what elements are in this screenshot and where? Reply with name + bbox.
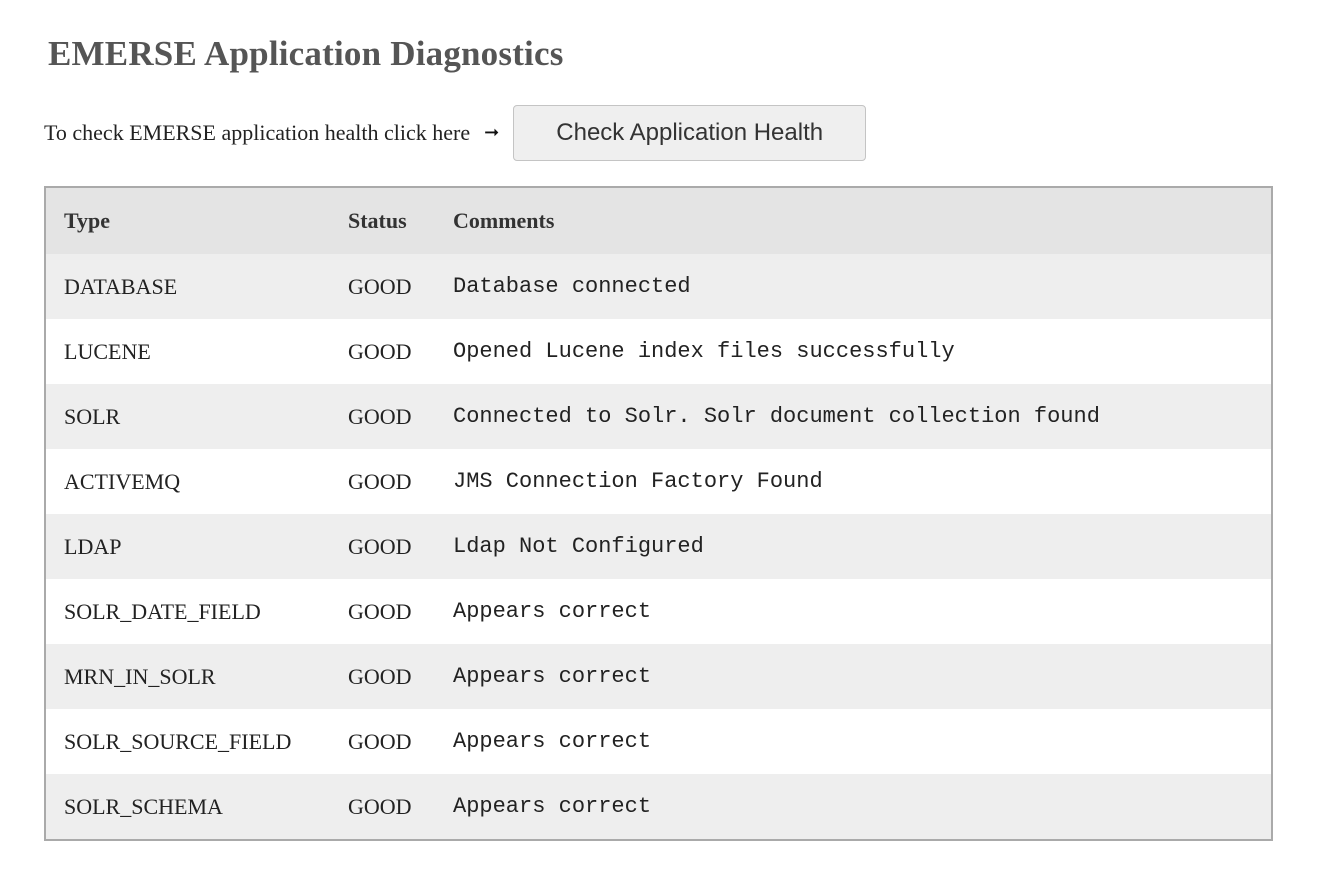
type-cell: SOLR_SOURCE_FIELD	[64, 728, 292, 754]
comment-cell: Opened Lucene index files successfully	[453, 339, 955, 364]
health-check-prompt: To check EMERSE application health click…	[44, 120, 471, 145]
comment-cell: Connected to Solr. Solr document collect…	[453, 404, 1100, 429]
table-row: SOLR_SOURCE_FIELD GOOD Appears correct	[46, 709, 1271, 774]
status-cell: GOOD	[348, 663, 412, 689]
type-cell: MRN_IN_SOLR	[64, 663, 216, 689]
comment-cell: Appears correct	[453, 664, 652, 689]
right-arrow-icon: ➞	[484, 122, 500, 143]
check-application-health-button[interactable]: Check Application Health	[513, 105, 867, 161]
table-row: MRN_IN_SOLR GOOD Appears correct	[46, 644, 1271, 709]
status-cell: GOOD	[348, 598, 412, 624]
status-cell: GOOD	[348, 728, 412, 754]
type-cell: SOLR_DATE_FIELD	[64, 598, 261, 624]
column-header-comments: Comments	[453, 208, 555, 233]
status-cell: GOOD	[348, 403, 412, 429]
comment-cell: Database connected	[453, 274, 691, 299]
table-row: DATABASE GOOD Database connected	[46, 254, 1271, 319]
table-row: LDAP GOOD Ldap Not Configured	[46, 514, 1271, 579]
type-cell: LUCENE	[64, 338, 151, 364]
type-cell: SOLR_SCHEMA	[64, 793, 223, 819]
comment-cell: JMS Connection Factory Found	[453, 469, 823, 494]
table-row: ACTIVEMQ GOOD JMS Connection Factory Fou…	[46, 449, 1271, 514]
page-title: EMERSE Application Diagnostics	[48, 34, 564, 73]
status-cell: GOOD	[348, 338, 412, 364]
table-row: LUCENE GOOD Opened Lucene index files su…	[46, 319, 1271, 384]
comment-cell: Ldap Not Configured	[453, 534, 704, 559]
column-header-status: Status	[348, 208, 407, 233]
table-row: SOLR_SCHEMA GOOD Appears correct	[46, 774, 1271, 839]
type-cell: ACTIVEMQ	[64, 468, 181, 494]
comment-cell: Appears correct	[453, 794, 652, 819]
column-header-type: Type	[64, 208, 111, 233]
table-row: SOLR GOOD Connected to Solr. Solr docume…	[46, 384, 1271, 449]
type-cell: DATABASE	[64, 273, 178, 299]
type-cell: SOLR	[64, 403, 121, 429]
health-check-row: To check EMERSE application health click…	[44, 105, 867, 161]
status-cell: GOOD	[348, 793, 412, 819]
status-cell: GOOD	[348, 468, 412, 494]
table-header-row: Type Status Comments	[46, 188, 1271, 254]
status-cell: GOOD	[348, 533, 412, 559]
comment-cell: Appears correct	[453, 729, 652, 754]
table-row: SOLR_DATE_FIELD GOOD Appears correct	[46, 579, 1271, 644]
type-cell: LDAP	[64, 533, 122, 559]
status-cell: GOOD	[348, 273, 412, 299]
comment-cell: Appears correct	[453, 599, 652, 624]
diagnostics-table: Type Status Comments DATABASE GOOD Datab…	[44, 186, 1273, 841]
